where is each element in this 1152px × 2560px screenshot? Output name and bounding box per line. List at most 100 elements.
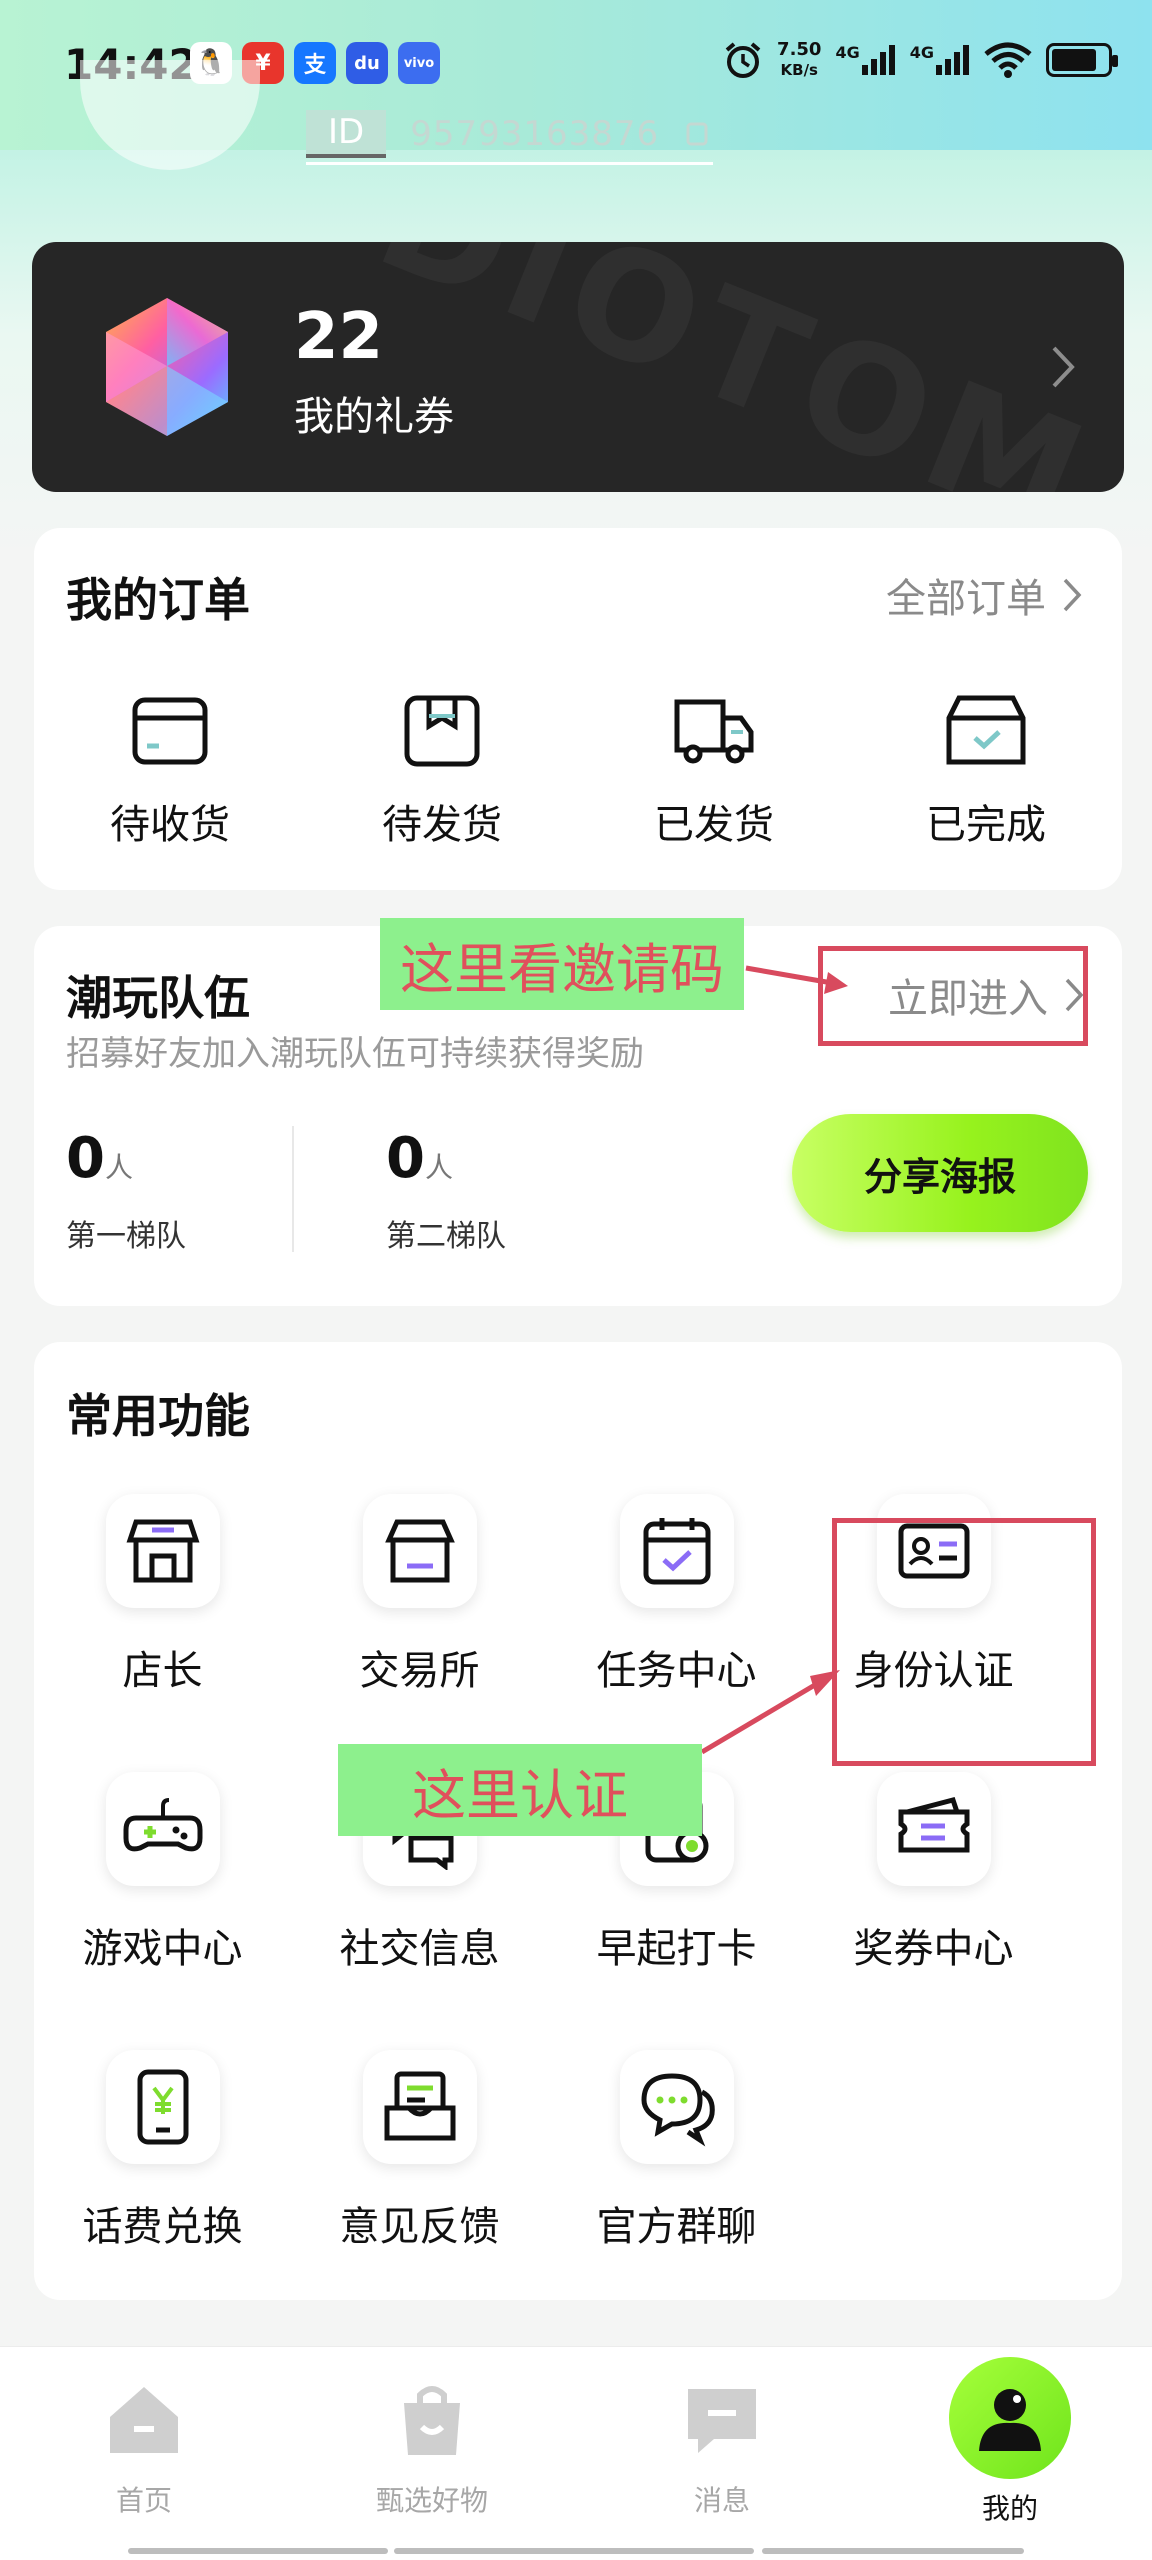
exchange-store-icon	[362, 1494, 477, 1608]
order-shipped[interactable]: 已发货	[578, 688, 850, 850]
speed-value: 7.50	[777, 39, 822, 60]
tier2-count: 0	[386, 1126, 425, 1191]
nav-home[interactable]: 首页	[44, 2377, 244, 2519]
func-label: 社交信息	[339, 1926, 500, 1972]
annotation-verify-hint: 这里认证	[338, 1744, 702, 1836]
tier2-stat[interactable]: 0人 第二梯队	[386, 1126, 506, 1255]
nav-label: 首页	[115, 2484, 172, 2517]
vivo-icon: vivo	[398, 42, 440, 84]
network-type-1: 4G	[835, 43, 860, 62]
gesture-bar-segment	[394, 2548, 754, 2554]
func-store-manager[interactable]: 店长	[34, 1494, 291, 1772]
store-manager-icon	[105, 1494, 220, 1608]
func-exchange[interactable]: 交易所	[291, 1494, 548, 1772]
func-label: 意见反馈	[339, 2204, 500, 2250]
func-label: 交易所	[359, 1648, 480, 1694]
nav-label: 消息	[693, 2484, 750, 2517]
func-label: 话费兑换	[82, 2204, 243, 2250]
team-subtitle: 招募好友加入潮玩队伍可持续获得奖励	[66, 1034, 644, 1074]
chevron-right-icon	[1052, 346, 1075, 388]
nav-label: 我的	[981, 2492, 1038, 2525]
voucher-count: 22	[294, 300, 384, 374]
voucher-card[interactable]: DIOTOM 22 我的礼券	[32, 242, 1124, 492]
voucher-label: 我的礼券	[294, 394, 454, 440]
network-speed: 7.50 KB/s	[777, 40, 821, 80]
feedback-icon	[362, 2050, 477, 2164]
order-pending-receipt[interactable]: 待收货	[34, 688, 306, 850]
annotation-box-enter	[818, 946, 1088, 1046]
voucher-watermark: DIOTOM	[356, 242, 1115, 492]
tier1-stat[interactable]: 0人 第一梯队	[66, 1126, 186, 1255]
speed-unit: KB/s	[780, 61, 818, 79]
bottom-nav: 首页 甄选好物 消息 我的	[0, 2346, 1152, 2560]
tier1-count: 0	[66, 1126, 105, 1191]
tier2-unit: 人	[424, 1151, 453, 1184]
signal-bars-icon	[861, 45, 895, 75]
pending-shipment-icon	[404, 695, 480, 767]
tier1-label: 第一梯队	[66, 1219, 186, 1254]
nav-active-indicator	[949, 2357, 1071, 2479]
func-label: 店长	[122, 1648, 203, 1694]
order-status-row: 待收货 待发货 已发货 已完成	[34, 688, 1122, 850]
tier1-unit: 人	[104, 1151, 133, 1184]
nav-label: 甄选好物	[375, 2484, 488, 2517]
order-item-label: 已发货	[654, 802, 774, 848]
signal-bars-icon	[936, 45, 969, 75]
all-orders-link[interactable]: 全部订单	[886, 566, 1082, 624]
func-label: 奖券中心	[853, 1926, 1014, 1972]
shipped-truck-icon	[674, 699, 754, 764]
all-orders-label: 全部订单	[886, 576, 1046, 622]
message-icon	[688, 2389, 756, 2453]
phone-recharge-icon	[105, 2050, 220, 2164]
group-chat-icon	[619, 2050, 734, 2164]
func-feedback[interactable]: 意见反馈	[291, 2050, 548, 2328]
orders-card: 我的订单 全部订单 待收货 待发货 已发货 已完成	[34, 528, 1122, 890]
func-game-center[interactable]: 游戏中心	[34, 1772, 291, 2050]
stat-divider	[292, 1126, 294, 1252]
func-label: 任务中心	[596, 1648, 757, 1694]
network-type-2: 4G	[909, 43, 934, 62]
annotation-box-verify	[832, 1518, 1096, 1766]
functions-title: 常用功能	[66, 1389, 250, 1443]
func-group-chat[interactable]: 官方群聊	[548, 2050, 805, 2328]
nav-profile[interactable]: 我的	[910, 2357, 1110, 2527]
gem-icon	[106, 298, 228, 436]
task-calendar-icon	[619, 1494, 734, 1608]
copy-icon[interactable]	[683, 119, 713, 149]
user-id-row[interactable]: ID 95793163876	[306, 110, 714, 165]
nav-messages[interactable]: 消息	[622, 2377, 822, 2519]
order-item-label: 待收货	[110, 802, 230, 848]
status-indicators: 7.50 KB/s 4G 4G	[723, 40, 1118, 80]
pending-receipt-icon	[132, 697, 208, 765]
func-phone-recharge[interactable]: 话费兑换	[34, 2050, 291, 2328]
order-pending-shipment[interactable]: 待发货	[306, 688, 578, 850]
alipay-icon: 支	[294, 42, 336, 84]
user-id-value: 95793163876	[410, 114, 660, 154]
order-item-label: 已完成	[926, 802, 1046, 848]
share-poster-button[interactable]: 分享海报	[792, 1114, 1088, 1232]
annotation-invite-hint: 这里看邀请码	[380, 918, 744, 1010]
profile-icon	[979, 2389, 1041, 2451]
chevron-right-icon	[1063, 578, 1082, 612]
func-ticket-center[interactable]: 奖券中心	[805, 1772, 1062, 2050]
shopping-bag-icon	[404, 2386, 460, 2455]
func-label: 早起打卡	[596, 1926, 757, 1972]
func-label: 官方群聊	[596, 2204, 757, 2250]
orders-title: 我的订单	[66, 573, 250, 627]
baidu-icon: du	[346, 42, 388, 84]
team-title: 潮玩队伍	[66, 971, 250, 1025]
wifi-icon	[984, 42, 1032, 78]
nav-shop[interactable]: 甄选好物	[332, 2377, 532, 2519]
order-item-label: 待发货	[382, 802, 502, 848]
completed-box-icon	[946, 695, 1026, 765]
battery-icon	[1046, 43, 1118, 77]
gesture-bar-segment	[762, 2548, 1024, 2554]
func-task-center[interactable]: 任务中心	[548, 1494, 805, 1772]
signal-2: 4G	[910, 45, 970, 75]
order-completed[interactable]: 已完成	[850, 688, 1122, 850]
signal-1: 4G	[835, 45, 895, 75]
tier2-label: 第二梯队	[386, 1219, 506, 1254]
home-icon	[110, 2387, 178, 2453]
alarm-icon	[725, 42, 761, 78]
func-label: 游戏中心	[82, 1926, 243, 1972]
